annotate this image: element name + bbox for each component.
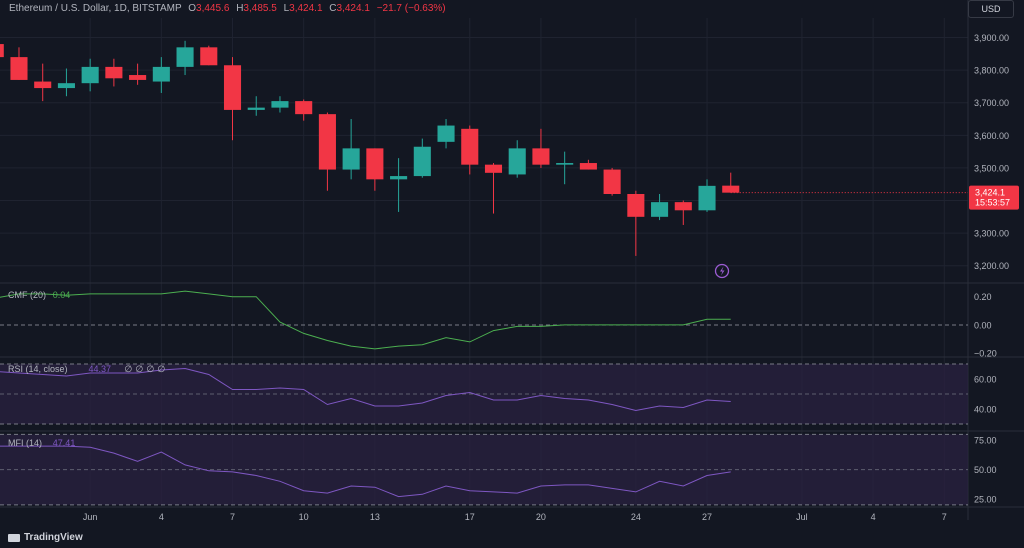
candle-body xyxy=(579,163,597,170)
indicator-na-value: ∅ xyxy=(147,365,155,375)
symbol-title: Ethereum / U.S. Dollar, 1D, BITSTAMP xyxy=(9,3,182,14)
candle-body xyxy=(413,146,431,177)
candle-body xyxy=(129,75,147,80)
candle-body xyxy=(34,81,52,89)
candle-body xyxy=(295,101,313,115)
time-tick-label: 4 xyxy=(871,512,876,522)
price-tick-label: 3,500.00 xyxy=(974,163,1009,173)
symbol-header: Ethereum / U.S. Dollar, 1D, BITSTAMP O3,… xyxy=(9,3,446,14)
indicator-tick-label: 50.00 xyxy=(974,465,997,475)
price-tick-label: 3,700.00 xyxy=(974,98,1009,108)
indicator-value: 44.37 xyxy=(89,364,112,374)
indicator-title: CMF (20) xyxy=(8,290,46,300)
indicator-tick-label: 0.20 xyxy=(974,292,992,302)
time-tick-label: 10 xyxy=(299,512,309,522)
time-tick-label: 24 xyxy=(631,512,641,522)
alert-icon[interactable] xyxy=(714,263,730,279)
time-tick-label: 27 xyxy=(702,512,712,522)
candle-body xyxy=(10,57,28,80)
candle-body xyxy=(698,185,716,211)
change-value: −21.7 (−0.63%) xyxy=(376,3,446,14)
candle-body xyxy=(366,148,384,180)
indicator-value: 47.41 xyxy=(53,438,76,448)
indicator-value: 0.04 xyxy=(53,290,71,300)
candle-body xyxy=(603,169,621,194)
price-tick-label: 3,800.00 xyxy=(974,66,1009,76)
candle-body xyxy=(271,101,289,108)
indicator-tick-label: 75.00 xyxy=(974,436,997,446)
indicator-title: MFI (14) xyxy=(8,438,42,448)
time-tick-label: Jul xyxy=(796,512,808,522)
candle-body xyxy=(318,114,336,170)
low-value: 3,424.1 xyxy=(289,3,323,14)
time-tick-label: Jun xyxy=(83,512,98,522)
close-label: C xyxy=(329,3,337,14)
candle-body xyxy=(152,66,170,82)
candle-body xyxy=(461,128,479,165)
candle-body xyxy=(390,176,408,180)
indicator-tick-label: 25.00 xyxy=(974,494,997,504)
candle-body xyxy=(627,194,645,217)
time-tick-label: 4 xyxy=(159,512,164,522)
candle-body xyxy=(223,65,242,110)
last-price-value: 3,424.1 xyxy=(975,188,1005,198)
price-tick-label: 3,600.00 xyxy=(974,131,1009,141)
indicator-tick-label: 60.00 xyxy=(974,375,997,385)
time-tick-label: 7 xyxy=(942,512,947,522)
candle-body xyxy=(484,164,503,173)
indicator-tick-label: 40.00 xyxy=(974,405,997,415)
candle-body xyxy=(0,44,4,58)
candle-body xyxy=(651,202,669,217)
indicator-na-value: ∅ xyxy=(158,365,166,375)
candle-body xyxy=(342,148,360,170)
candle-body xyxy=(247,107,265,110)
close-value: 3,424.1 xyxy=(336,3,370,14)
candle-body xyxy=(57,83,75,89)
tradingview-logo-icon xyxy=(8,533,20,542)
chart-canvas: 3,200.003,300.003,400.003,500.003,600.00… xyxy=(0,0,1024,522)
indicator-tick-label: −0.20 xyxy=(974,349,997,359)
candle-body xyxy=(176,47,194,67)
candle-body xyxy=(556,163,574,165)
indicator-title: RSI (14, close) xyxy=(8,364,68,374)
candle-body xyxy=(437,125,455,142)
indicator-line xyxy=(0,290,731,350)
candle-body xyxy=(674,202,692,211)
indicator-bands xyxy=(0,324,968,506)
candle-body xyxy=(508,148,526,175)
time-tick-label: 20 xyxy=(536,512,546,522)
indicator-tick-label: 0.00 xyxy=(974,320,992,330)
price-tick-label: 3,300.00 xyxy=(974,229,1009,239)
candle-body xyxy=(105,66,123,79)
price-tick-label: 3,900.00 xyxy=(974,33,1009,43)
time-tick-label: 17 xyxy=(465,512,475,522)
open-label: O xyxy=(188,3,197,14)
bar-countdown: 15:53:57 xyxy=(975,198,1010,208)
currency-button[interactable]: USD xyxy=(968,0,1014,18)
candle-body xyxy=(722,185,740,193)
candle-body xyxy=(532,148,550,165)
candle-body xyxy=(81,66,99,84)
time-tick-label: 13 xyxy=(370,512,380,522)
tradingview-logo[interactable]: TradingView xyxy=(8,532,83,543)
high-value: 3,485.5 xyxy=(243,3,277,14)
time-tick-label: 7 xyxy=(230,512,235,522)
tradingview-logo-text: TradingView xyxy=(24,532,83,543)
indicator-na-value: ∅ xyxy=(125,365,133,375)
open-value: 3,445.6 xyxy=(196,3,230,14)
price-tick-label: 3,200.00 xyxy=(974,261,1009,271)
indicator-na-value: ∅ xyxy=(136,365,144,375)
candle-body xyxy=(200,47,218,66)
